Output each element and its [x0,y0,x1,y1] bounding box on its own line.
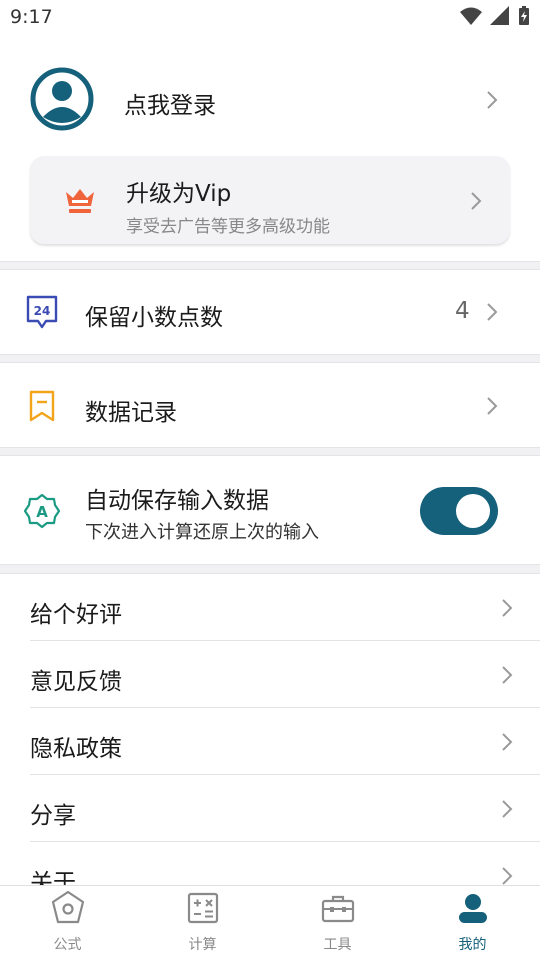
status-time: 9:17 [10,6,53,28]
decimals-label: 保留小数点数 [85,305,223,331]
autosave-toggle[interactable] [420,487,498,535]
autosave-label: 自动保存输入数据 [85,488,269,514]
wifi-icon [460,7,482,25]
vip-title: 升级为Vip [126,181,232,207]
calculator-icon [187,892,219,924]
section-divider [0,354,540,363]
toolbox-icon [321,895,355,923]
vip-card[interactable]: 升级为Vip 享受去广告等更多高级功能 [30,156,510,244]
status-bar: 9:17 [0,0,540,36]
formula-icon [51,890,85,924]
chevron-right-icon [502,666,513,684]
tab-label: 公式 [53,937,82,953]
records-row[interactable]: 数据记录 [0,363,540,447]
autosave-icon: A [24,493,60,529]
chevron-right-icon [502,733,513,751]
section-divider [0,261,540,270]
chevron-right-icon [502,800,513,818]
menu-item-share[interactable]: 分享 [0,775,540,842]
decimals-icon: 24 [26,295,58,329]
menu-item-rate[interactable]: 给个好评 [0,574,540,641]
tab-label: 计算 [188,937,217,953]
signal-icon [490,6,509,25]
chevron-right-icon [487,397,498,415]
tab-mine[interactable]: 我的 [405,886,540,960]
tab-tools[interactable]: 工具 [270,886,405,960]
chevron-right-icon [502,599,513,617]
tab-calculate[interactable]: 计算 [135,886,270,960]
battery-icon [519,6,529,25]
tab-label: 工具 [323,937,352,953]
menu-item-label: 给个好评 [30,602,122,628]
status-icons [460,6,530,26]
login-row[interactable]: 点我登录 [0,62,540,138]
avatar [30,67,94,131]
bookmark-icon [29,390,55,422]
menu-item-label: 隐私政策 [30,736,122,762]
chevron-right-icon [487,91,498,109]
decimals-value: 4 [455,298,470,324]
tab-label: 我的 [458,937,487,953]
menu-item-label: 意见反馈 [30,669,122,695]
section-divider [0,447,540,456]
login-label: 点我登录 [124,93,216,119]
records-label: 数据记录 [85,400,177,426]
chevron-right-icon [471,192,482,210]
chevron-right-icon [487,303,498,321]
svg-text:24: 24 [34,304,51,318]
decimals-row[interactable]: 24 保留小数点数 4 [0,270,540,354]
autosave-row: A 自动保存输入数据 下次进入计算还原上次的输入 [0,456,540,564]
toggle-knob [456,494,490,528]
svg-text:A: A [36,503,48,521]
autosave-desc: 下次进入计算还原上次的输入 [85,522,319,543]
menu-item-feedback[interactable]: 意见反馈 [0,641,540,708]
vip-subtitle: 享受去广告等更多高级功能 [126,217,330,237]
user-icon [459,894,487,923]
section-divider [0,564,540,574]
menu-item-privacy[interactable]: 隐私政策 [0,708,540,775]
crown-icon [66,189,94,213]
tab-formula[interactable]: 公式 [0,886,135,960]
menu-item-label: 分享 [30,803,76,829]
